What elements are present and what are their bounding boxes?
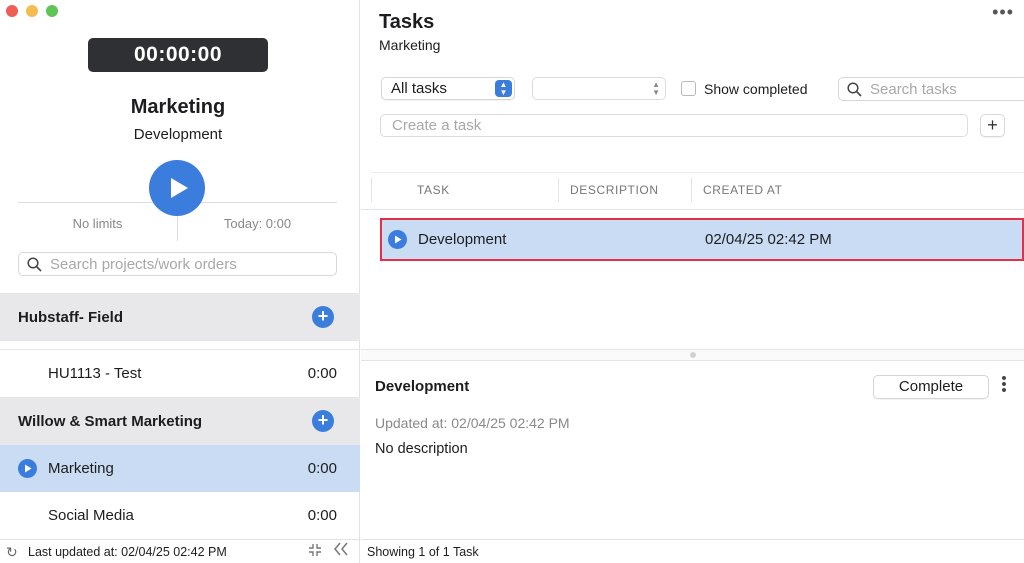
- column-divider: [558, 178, 559, 202]
- table-row[interactable]: Development 02/04/25 02:42 PM: [380, 218, 1024, 261]
- project-name: Marketing: [48, 460, 114, 477]
- project-time: 0:00: [307, 460, 337, 477]
- task-detail-title: Development: [375, 378, 470, 395]
- close-window-button[interactable]: [6, 5, 18, 17]
- play-icon: [171, 178, 188, 198]
- column-divider: [371, 178, 372, 202]
- table-top-border: [371, 172, 1024, 173]
- project-time: 0:00: [307, 507, 337, 524]
- play-icon[interactable]: [388, 230, 407, 249]
- column-header-task[interactable]: TASK: [417, 183, 450, 197]
- select-arrows-icon: ▲ ▼: [652, 80, 660, 97]
- splitter-handle[interactable]: [690, 352, 696, 358]
- collapse-sidebar-icon[interactable]: [333, 541, 349, 561]
- task-created-cell: 02/04/25 02:42 PM: [705, 231, 832, 248]
- today-stat: Today: 0:00: [223, 216, 292, 231]
- group-name: Hubstaff- Field: [18, 308, 123, 326]
- current-project-title: Marketing: [130, 96, 226, 118]
- start-timer-button[interactable]: [149, 160, 205, 216]
- limits-stat: No limits: [72, 216, 123, 231]
- app-window: 00:00:00 Marketing Development No limits…: [0, 0, 1024, 563]
- refresh-icon[interactable]: ↻: [6, 544, 18, 561]
- more-options-icon[interactable]: •••: [992, 2, 1014, 23]
- add-project-icon[interactable]: +: [312, 306, 334, 328]
- task-description: No description: [375, 441, 468, 457]
- project-group-header[interactable]: Hubstaff- Field +: [0, 293, 360, 341]
- complete-button[interactable]: Complete: [873, 375, 989, 399]
- secondary-select[interactable]: ▲ ▼: [532, 77, 666, 100]
- column-header-created-at[interactable]: CREATED AT: [703, 183, 783, 197]
- project-name: Social Media: [48, 507, 134, 524]
- show-completed-checkbox[interactable]: [681, 81, 696, 96]
- project-name: HU1113 - Test: [48, 365, 142, 382]
- project-row[interactable]: HU1113 - Test 0:00: [0, 350, 360, 397]
- timer-sidebar: 00:00:00 Marketing Development No limits…: [0, 0, 360, 563]
- panel-title: Tasks: [379, 11, 435, 33]
- task-name-cell: Development: [418, 231, 507, 248]
- table-header-border: [361, 209, 1024, 210]
- create-task-input[interactable]: [380, 114, 968, 137]
- task-search[interactable]: [838, 77, 1024, 101]
- tasks-panel: Tasks Marketing ••• All tasks ▲ ▼ ▲ ▼ Show…: [361, 0, 1024, 563]
- add-task-button[interactable]: +: [980, 114, 1005, 137]
- current-task-label: Development: [133, 126, 223, 143]
- add-project-icon[interactable]: +: [312, 410, 334, 432]
- project-group-header[interactable]: Willow & Smart Marketing +: [0, 397, 360, 445]
- column-header-description[interactable]: DESCRIPTION: [570, 183, 659, 197]
- timer-display: 00:00:00: [88, 38, 268, 72]
- detail-options-icon[interactable]: • • •: [1001, 371, 1007, 398]
- group-name: Willow & Smart Marketing: [18, 412, 203, 430]
- project-row[interactable]: Social Media 0:00: [0, 492, 360, 539]
- project-search-input[interactable]: [50, 255, 320, 273]
- column-divider: [691, 178, 692, 202]
- window-controls: [6, 5, 58, 17]
- project-time: 0:00: [307, 365, 337, 382]
- task-count-status: Showing 1 of 1 Task: [367, 545, 479, 559]
- minimize-window-button[interactable]: [26, 5, 38, 17]
- sidebar-footer: ↻ Last updated at: 02/04/25 02:42 PM: [0, 539, 360, 563]
- project-row-selected[interactable]: Marketing 0:00: [0, 445, 360, 492]
- search-icon: [27, 256, 42, 272]
- select-arrows-icon: ▲ ▼: [495, 80, 512, 97]
- task-search-input[interactable]: [870, 80, 1020, 98]
- tasks-footer: Showing 1 of 1 Task: [361, 539, 1024, 563]
- task-filter-value: All tasks: [391, 80, 447, 97]
- last-updated-label: Last updated at: 02/04/25 02:42 PM: [28, 545, 227, 559]
- show-completed-label: Show completed: [704, 81, 808, 97]
- project-search[interactable]: [18, 252, 337, 276]
- play-icon[interactable]: [18, 459, 37, 478]
- compact-view-icon[interactable]: [308, 543, 322, 560]
- task-updated-label: Updated at: 02/04/25 02:42 PM: [375, 415, 570, 431]
- task-filter-select[interactable]: All tasks ▲ ▼: [381, 77, 515, 100]
- pane-splitter[interactable]: [361, 349, 1024, 361]
- search-icon: [847, 81, 862, 97]
- zoom-window-button[interactable]: [46, 5, 58, 17]
- panel-subtitle: Marketing: [379, 37, 441, 53]
